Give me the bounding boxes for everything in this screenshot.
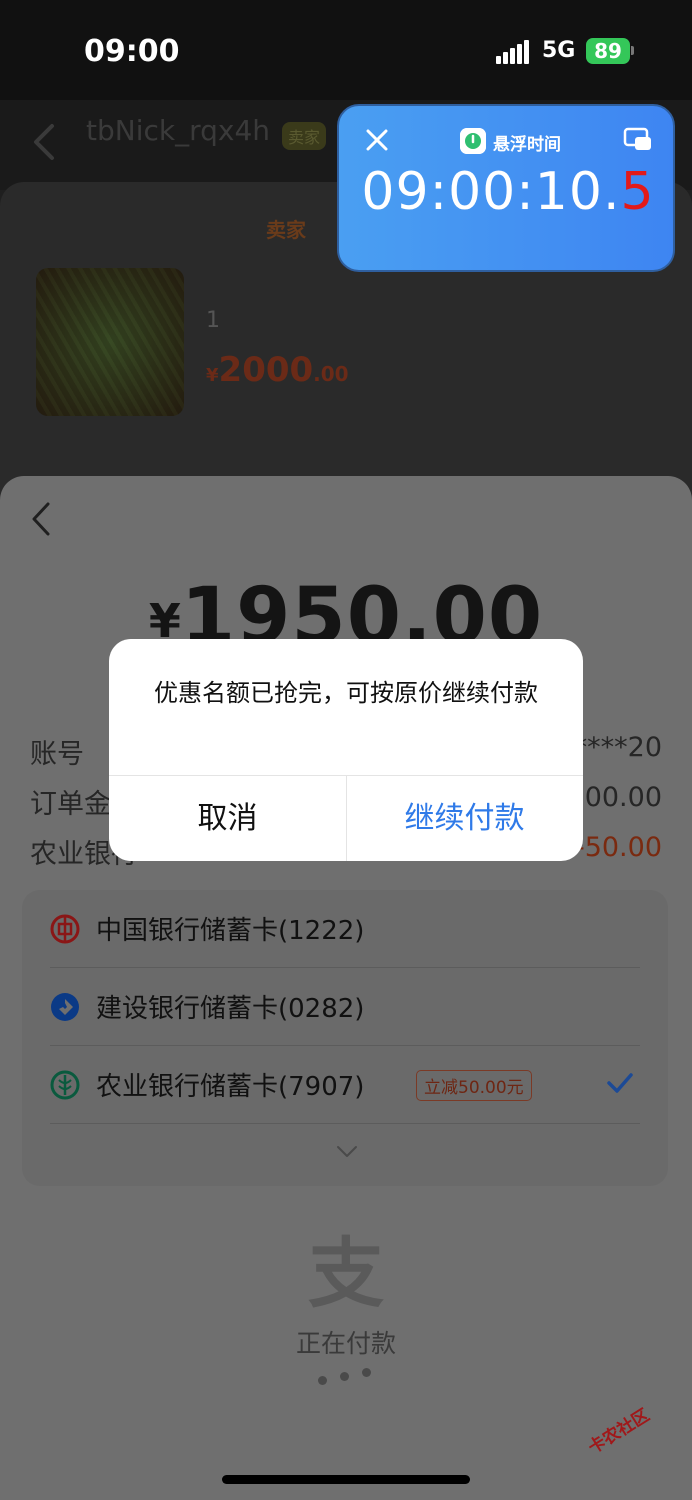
bank-option-ccb[interactable]: 建设银行储蓄卡(0282) [50, 968, 640, 1046]
divider [50, 1123, 640, 1124]
check-icon [607, 1073, 633, 1093]
product-price: ¥2000.00 [206, 350, 349, 390]
product-title: 1 [206, 308, 220, 333]
bank-name: 建设银行储蓄卡(0282) [96, 994, 365, 1024]
chat-contact-tag: 卖家 [282, 122, 327, 150]
info-label: 账号 [30, 739, 84, 770]
back-icon[interactable] [28, 500, 54, 538]
home-indicator[interactable] [222, 1475, 470, 1484]
bank-card-list: 中国银行储蓄卡(1222) 建设银行储蓄卡(0282) 农业银行储蓄卡(7907… [22, 890, 668, 1186]
timer-app-icon [460, 128, 486, 154]
back-icon[interactable] [30, 122, 60, 162]
bank-name: 农业银行储蓄卡(7907) [96, 1072, 365, 1102]
price-integer: 2000 [218, 350, 314, 390]
bank-name: 中国银行储蓄卡(1222) [96, 916, 365, 946]
payment-sheet: ¥1950.00 账号 ****20 订单金额 2000.00 农业银行 -50… [0, 476, 692, 1500]
bank-option-boc[interactable]: 中国银行储蓄卡(1222) [50, 890, 640, 968]
close-icon[interactable] [365, 128, 389, 152]
info-value: -50.00 [574, 832, 662, 863]
alipay-logo-icon: 支 [308, 1229, 384, 1318]
loading-dots [316, 1368, 376, 1390]
timer-title: 悬浮时间 [493, 135, 561, 155]
signal-icon [496, 40, 530, 64]
status-time: 09:00 [84, 34, 180, 69]
continue-payment-button[interactable]: 继续付款 [346, 776, 583, 861]
ccb-logo-icon [51, 993, 79, 1021]
network-type: 5G [542, 38, 576, 63]
chat-contact-name: tbNick_rqx4h [86, 114, 271, 147]
discount-exhausted-dialog: 优惠名额已抢完，可按原价继续付款 取消 继续付款 [109, 639, 583, 861]
price-currency: ¥ [206, 365, 219, 386]
battery-icon: 89 [586, 38, 630, 64]
dialog-message: 优惠名额已抢完，可按原价继续付款 [154, 679, 538, 707]
timer-time-main: 09:00:10. [361, 162, 621, 222]
seller-label: 卖家 [266, 218, 306, 242]
timer-time-last-digit: 5 [620, 162, 655, 222]
timer-display: 09:00:10.5 [339, 162, 677, 222]
cancel-button[interactable]: 取消 [109, 776, 346, 861]
floating-timer-widget[interactable]: 悬浮时间 09:00:10.5 [337, 104, 675, 272]
product-image [36, 268, 184, 416]
battery-tip [631, 46, 634, 55]
bank-option-abc[interactable]: 农业银行储蓄卡(7907) 立减50.00元 [50, 1046, 640, 1124]
chevron-down-icon[interactable] [335, 1142, 359, 1160]
price-decimal: .00 [313, 362, 349, 386]
paying-status-text: 正在付款 [295, 1329, 396, 1358]
info-value: ****20 [573, 732, 662, 763]
status-bar: 09:00 5G 89 [0, 0, 692, 100]
boc-logo-icon [50, 914, 80, 944]
abc-logo-icon [50, 1070, 80, 1100]
picture-in-picture-icon[interactable] [623, 126, 653, 154]
promo-badge: 立减50.00元 [416, 1070, 532, 1101]
